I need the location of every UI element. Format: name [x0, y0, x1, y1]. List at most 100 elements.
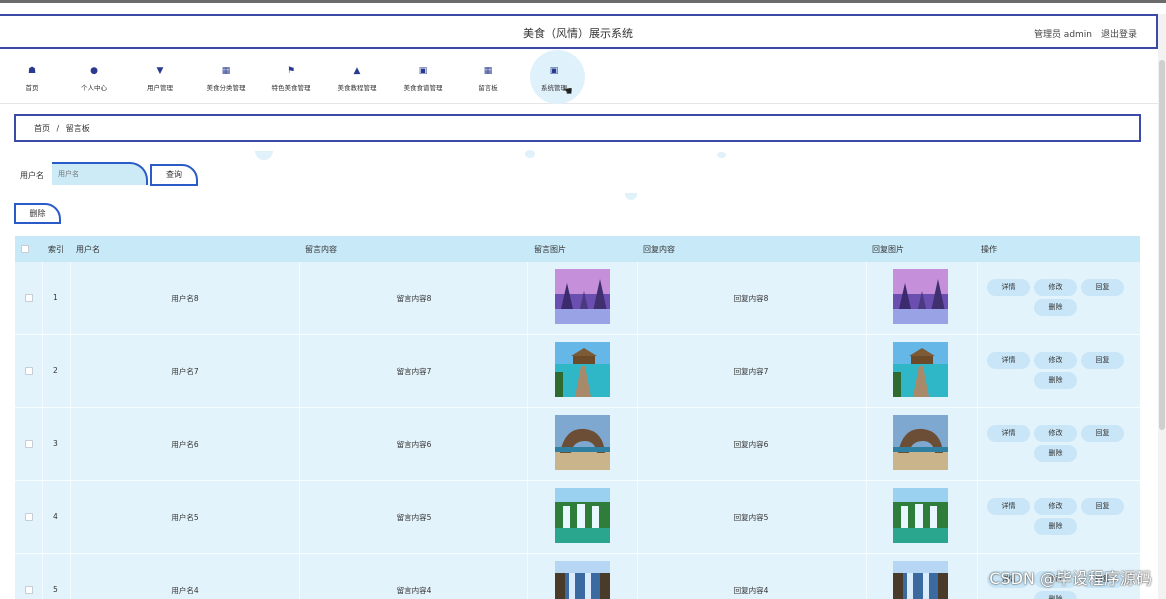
decor-bubble	[625, 193, 637, 200]
select-all-checkbox[interactable]	[21, 245, 29, 253]
nav-item-4[interactable]: ⚑ 特色美食管理	[256, 66, 326, 92]
nav-item-3[interactable]: ▦ 美食分类管理	[191, 66, 261, 92]
row-checkbox[interactable]	[25, 586, 33, 594]
edit-button[interactable]: 修改	[1034, 352, 1077, 369]
message-table: 索引 用户名 留言内容 留言图片 回复内容 回复图片 操作 1 用户名8 留言内容8…	[15, 236, 1140, 599]
table-body: 1 用户名8 留言内容8 回复内容8 详情 修改 回复 删除 2 用户名7 留言内容7 回复内容7 详情…	[15, 262, 1140, 599]
watermark: CSDN @毕设程序源码	[989, 569, 1152, 588]
row-content: 留言内容5	[396, 513, 432, 522]
nav-item-label: 美食分类管理	[206, 84, 246, 92]
nav-item-8[interactable]: ▣ 系统管理	[519, 66, 589, 92]
message-image[interactable]	[555, 488, 610, 543]
column-divider	[527, 262, 528, 334]
edit-button[interactable]: 修改	[1034, 498, 1077, 515]
row-delete-button[interactable]: 删除	[1034, 299, 1077, 316]
nav-item-label: 系统管理	[541, 84, 567, 92]
row-checkbox[interactable]	[25, 440, 33, 448]
row-index: 4	[53, 512, 58, 521]
column-divider	[70, 335, 71, 407]
message-image[interactable]	[555, 269, 610, 324]
column-divider	[977, 262, 978, 334]
row-index: 5	[53, 585, 58, 594]
nav-item-7[interactable]: ▦ 留言板	[453, 66, 523, 92]
column-divider	[299, 408, 300, 480]
logout-link[interactable]: 退出登录	[1101, 27, 1137, 40]
table-row: 1 用户名8 留言内容8 回复内容8 详情 修改 回复 删除	[15, 262, 1140, 335]
message-image[interactable]	[555, 561, 610, 599]
column-divider	[637, 262, 638, 334]
column-divider	[70, 408, 71, 480]
nav-item-2[interactable]: ▼ 用户管理	[125, 66, 195, 92]
flag-icon: ⚑	[286, 66, 296, 76]
header-content: 留言内容	[305, 245, 337, 254]
column-divider	[299, 554, 300, 599]
nav-item-0[interactable]: ☗ 首页	[0, 66, 67, 92]
row-index: 3	[53, 439, 58, 448]
detail-button[interactable]: 详情	[987, 498, 1030, 515]
nav-item-1[interactable]: ● 个人中心	[59, 66, 129, 92]
row-delete-button[interactable]: 删除	[1034, 445, 1077, 462]
reply-button[interactable]: 回复	[1081, 498, 1124, 515]
reply-button[interactable]: 回复	[1081, 279, 1124, 296]
search-username-input[interactable]	[52, 162, 148, 185]
row-content: 留言内容4	[396, 586, 432, 595]
row-delete-button[interactable]: 删除	[1034, 518, 1077, 535]
search-button[interactable]: 查询	[150, 164, 198, 186]
breadcrumb: 首页 / 留言板	[14, 114, 1141, 142]
grid-icon: ▦	[221, 66, 231, 76]
table-row: 2 用户名7 留言内容7 回复内容7 详情 修改 回复 删除	[15, 335, 1140, 408]
row-username: 用户名6	[171, 440, 199, 449]
row-reply: 回复内容7	[733, 367, 769, 376]
column-divider	[637, 481, 638, 553]
detail-button[interactable]: 详情	[987, 279, 1030, 296]
column-divider	[977, 554, 978, 599]
edit-button[interactable]: 修改	[1034, 279, 1077, 296]
decor-bubble	[255, 151, 273, 160]
detail-button[interactable]: 详情	[987, 352, 1030, 369]
header-image: 留言图片	[534, 245, 566, 254]
row-delete-button[interactable]: 删除	[1034, 591, 1077, 599]
column-divider	[866, 554, 867, 599]
nav-item-label: 特色美食管理	[271, 84, 311, 92]
app-title: 美食（风情）展示系统	[523, 27, 633, 40]
column-divider	[866, 262, 867, 334]
bulk-delete-button[interactable]: 删除	[14, 203, 61, 224]
column-divider	[866, 335, 867, 407]
column-divider	[299, 335, 300, 407]
header-username: 用户名	[76, 245, 100, 254]
table-row: 4 用户名5 留言内容5 回复内容5 详情 修改 回复 删除	[15, 481, 1140, 554]
detail-button[interactable]: 详情	[987, 425, 1030, 442]
row-username: 用户名4	[171, 586, 199, 595]
edit-button[interactable]: 修改	[1034, 425, 1077, 442]
reply-image[interactable]	[893, 561, 948, 599]
reply-image[interactable]	[893, 269, 948, 324]
row-checkbox[interactable]	[25, 294, 33, 302]
home-icon: ☗	[27, 66, 37, 76]
row-delete-button[interactable]: 删除	[1034, 372, 1077, 389]
reply-image[interactable]	[893, 488, 948, 543]
reply-image[interactable]	[893, 415, 948, 470]
column-divider	[637, 554, 638, 599]
breadcrumb-home[interactable]: 首页	[34, 124, 50, 133]
reply-image[interactable]	[893, 342, 948, 397]
column-divider	[637, 408, 638, 480]
user-icon: ●	[90, 66, 98, 76]
column-divider	[42, 335, 43, 407]
nav-item-5[interactable]: ▲ 美食教程管理	[322, 66, 392, 92]
message-image[interactable]	[555, 415, 610, 470]
row-checkbox[interactable]	[25, 367, 33, 375]
app-header: 美食（风情）展示系统 管理员 admin 退出登录	[0, 14, 1158, 49]
nav-item-6[interactable]: ▣ 美食食谱管理	[388, 66, 458, 92]
reply-button[interactable]: 回复	[1081, 352, 1124, 369]
row-reply: 回复内容4	[733, 586, 769, 595]
briefcase-icon: ▣	[549, 66, 559, 76]
message-image[interactable]	[555, 342, 610, 397]
reply-button[interactable]: 回复	[1081, 425, 1124, 442]
grid-icon: ▦	[483, 66, 493, 76]
row-checkbox[interactable]	[25, 513, 33, 521]
row-index: 1	[53, 293, 58, 302]
scrollbar-thumb[interactable]	[1159, 60, 1165, 430]
column-divider	[977, 481, 978, 553]
nav-item-label: 美食教程管理	[337, 84, 377, 92]
person-icon: ▲	[353, 66, 361, 76]
